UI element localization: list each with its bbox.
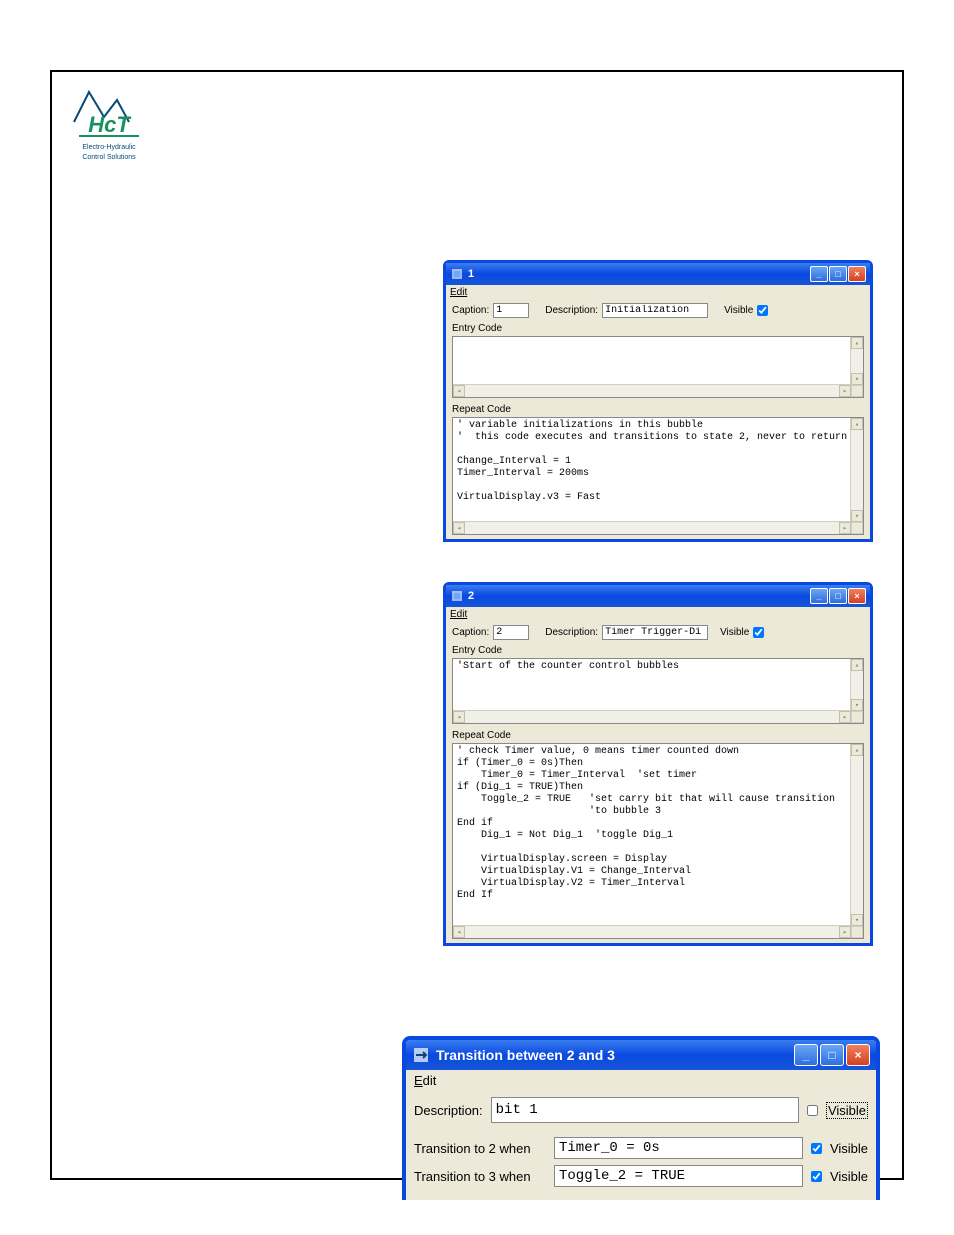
svg-text:HcT: HcT (88, 112, 131, 137)
description-label: Description: (545, 305, 598, 316)
repeat-code-box[interactable]: ' variable initializations in this bubbl… (452, 417, 864, 535)
transition-3-label: Transition to 3 when (414, 1169, 546, 1184)
titlebar-1[interactable]: 1 _ □ × (446, 263, 870, 285)
scroll-right-icon[interactable]: ▸ (839, 385, 851, 397)
repeat-code-text[interactable]: ' variable initializations in this bubbl… (453, 418, 863, 506)
scroll-up-icon[interactable]: ▴ (851, 418, 863, 430)
description-input[interactable] (602, 625, 708, 640)
close-button[interactable]: × (848, 266, 866, 282)
window-icon (412, 1046, 430, 1064)
scroll-right-icon[interactable]: ▸ (839, 711, 851, 723)
scroll-right-icon[interactable]: ▸ (839, 522, 851, 534)
page-frame: HcT Electro-Hydraulic Control Solutions … (50, 70, 904, 1180)
entry-code-label: Entry Code (446, 643, 870, 656)
entry-code-text[interactable]: 'Start of the counter control bubbles (453, 659, 863, 675)
titlebar-3[interactable]: Transition between 2 and 3 _ □ × (406, 1040, 876, 1070)
transition-2-input[interactable] (554, 1137, 803, 1159)
state-editor-window-1: 1 _ □ × Edit Caption: Description: Visib… (443, 260, 873, 542)
trans2-visible-label: Visible (830, 1141, 868, 1156)
visible-checkbox[interactable] (757, 305, 768, 316)
maximize-button[interactable]: □ (829, 588, 847, 604)
scroll-down-icon[interactable]: ▾ (851, 373, 863, 385)
trans3-visible-label: Visible (830, 1169, 868, 1184)
scroll-left-icon[interactable]: ◂ (453, 926, 465, 938)
menu-edit[interactable]: Edit (446, 607, 870, 622)
menu-edit[interactable]: Edit (446, 285, 870, 300)
transition-3-input[interactable] (554, 1165, 803, 1187)
close-button[interactable]: × (848, 588, 866, 604)
scroll-left-icon[interactable]: ◂ (453, 711, 465, 723)
trans3-visible-checkbox[interactable] (811, 1171, 822, 1182)
state-editor-window-2: 2 _ □ × Edit Caption: Description: Visib… (443, 582, 873, 946)
window-icon (450, 267, 464, 281)
description-label: Description: (414, 1103, 483, 1118)
close-button[interactable]: × (846, 1044, 870, 1066)
description-label: Description: (545, 627, 598, 638)
repeat-code-box[interactable]: ' check Timer value, 0 means timer count… (452, 743, 864, 939)
company-logo: HcT Electro-Hydraulic Control Solutions (64, 82, 154, 161)
maximize-button[interactable]: □ (829, 266, 847, 282)
repeat-code-text[interactable]: ' check Timer value, 0 means timer count… (453, 744, 863, 904)
scroll-down-icon[interactable]: ▾ (851, 914, 863, 926)
scroll-up-icon[interactable]: ▴ (851, 744, 863, 756)
logo-tagline-2: Control Solutions (64, 154, 154, 162)
repeat-code-label: Repeat Code (446, 402, 870, 415)
maximize-button[interactable]: □ (820, 1044, 844, 1066)
visible-label: Visible (724, 305, 753, 316)
window-2-title: 2 (468, 590, 810, 602)
desc-visible-label: Visible (826, 1102, 868, 1119)
description-input[interactable] (602, 303, 708, 318)
visible-label: Visible (720, 627, 749, 638)
titlebar-2[interactable]: 2 _ □ × (446, 585, 870, 607)
logo-tagline-1: Electro-Hydraulic (64, 144, 154, 152)
scroll-up-icon[interactable]: ▴ (851, 659, 863, 671)
scroll-up-icon[interactable]: ▴ (851, 337, 863, 349)
window-3-title: Transition between 2 and 3 (436, 1047, 794, 1063)
entry-code-box[interactable]: 'Start of the counter control bubbles ▴ ▾… (452, 658, 864, 724)
window-1-title: 1 (468, 268, 810, 280)
caption-label: Caption: (452, 627, 489, 638)
entry-code-box[interactable]: ▴ ▾ ◂ ▸ (452, 336, 864, 398)
transition-2-label: Transition to 2 when (414, 1141, 546, 1156)
trans2-visible-checkbox[interactable] (811, 1143, 822, 1154)
scroll-down-icon[interactable]: ▾ (851, 510, 863, 522)
minimize-button[interactable]: _ (810, 588, 828, 604)
minimize-button[interactable]: _ (794, 1044, 818, 1066)
entry-code-label: Entry Code (446, 321, 870, 334)
entry-code-text[interactable] (453, 337, 863, 341)
transition-editor-window: Transition between 2 and 3 _ □ × Edit De… (402, 1036, 880, 1200)
repeat-code-label: Repeat Code (446, 728, 870, 741)
description-input[interactable] (491, 1097, 799, 1123)
desc-visible-checkbox[interactable] (807, 1105, 818, 1116)
scroll-left-icon[interactable]: ◂ (453, 385, 465, 397)
caption-input[interactable] (493, 625, 529, 640)
scroll-right-icon[interactable]: ▸ (839, 926, 851, 938)
scroll-down-icon[interactable]: ▾ (851, 699, 863, 711)
minimize-button[interactable]: _ (810, 266, 828, 282)
visible-checkbox[interactable] (753, 627, 764, 638)
caption-label: Caption: (452, 305, 489, 316)
caption-input[interactable] (493, 303, 529, 318)
window-icon (450, 589, 464, 603)
menu-edit[interactable]: Edit (406, 1070, 876, 1091)
scroll-left-icon[interactable]: ◂ (453, 522, 465, 534)
